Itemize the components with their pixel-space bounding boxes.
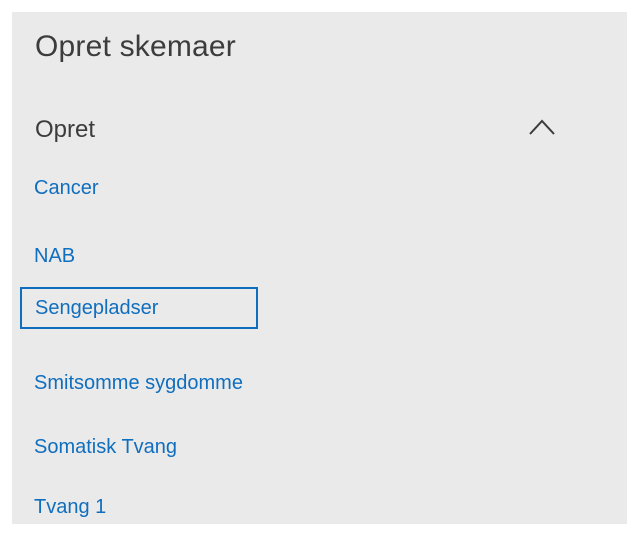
create-forms-panel: Opret skemaer Opret Cancer NAB Sengeplad…	[12, 12, 627, 524]
form-link-sengepladser[interactable]: Sengepladser	[20, 287, 258, 329]
form-link-list: Cancer NAB Sengepladser Smitsomme sygdom…	[12, 12, 627, 524]
form-link-nab[interactable]: NAB	[34, 245, 75, 268]
form-link-somatisk-tvang[interactable]: Somatisk Tvang	[34, 436, 177, 459]
form-link-smitsomme-sygdomme[interactable]: Smitsomme sygdomme	[34, 372, 243, 395]
form-link-cancer[interactable]: Cancer	[34, 177, 98, 200]
form-link-tvang-1[interactable]: Tvang 1	[34, 496, 106, 519]
